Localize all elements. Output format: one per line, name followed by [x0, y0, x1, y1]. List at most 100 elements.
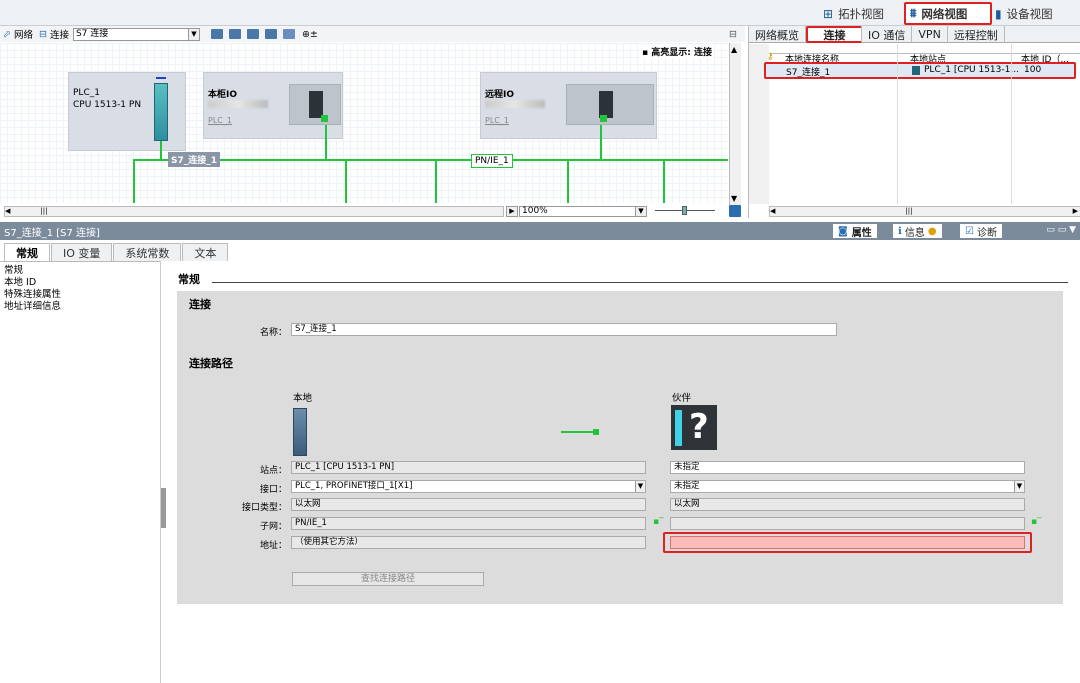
plc-device[interactable]: PLC_1 CPU 1513-1 PN	[68, 72, 186, 151]
row-connection-name: S7_连接_1	[786, 68, 831, 78]
network-canvas[interactable]: ▪ 高亮显示: 连接 PLC_1 CPU 1513-1 PN 本柜IO PLC_…	[0, 43, 728, 203]
subnet-line[interactable]	[133, 159, 728, 161]
station-label: 站点：	[259, 466, 287, 476]
navigator-icon[interactable]	[729, 205, 741, 217]
canvas-vscrollbar[interactable]: ▲ ▼	[729, 43, 741, 205]
io-module-icon	[309, 91, 323, 118]
tab-remote-control[interactable]: 远程控制	[948, 26, 1005, 43]
device-view-label: 设备视图	[1006, 6, 1053, 21]
branch-line	[663, 159, 665, 203]
nav-special-properties[interactable]: 特殊连接属性	[0, 289, 160, 301]
interface-local-select[interactable]: PLC_1, PROFINET接口_1[X1] ▼	[291, 480, 646, 493]
interface-local-value: PLC_1, PROFINET接口_1[X1]	[295, 481, 413, 491]
tab-general[interactable]: 常规	[4, 243, 50, 261]
properties-tab[interactable]: ◙ 属性	[833, 224, 877, 239]
zoom-slider-handle[interactable]	[682, 206, 687, 215]
table-hscrollbar[interactable]: ◀ ||| ▶	[769, 206, 1080, 217]
local-io-drop-line	[325, 125, 327, 161]
zoom-icon[interactable]: ⊕±	[302, 29, 318, 40]
plc-name: PLC_1	[73, 88, 100, 98]
tab-system-constants[interactable]: 系统常数	[113, 243, 182, 261]
col-divider	[1011, 44, 1012, 204]
inspector-titlebar: S7_连接_1 [S7 连接] ◙ 属性 ℹ 信息 ● ☑ 诊断 ▭ ▭ ▼	[0, 222, 1080, 240]
port-icon	[600, 115, 607, 122]
chevron-down-icon: ▼	[635, 481, 645, 492]
view-switch-bar: ⊞ 拓扑视图 ⩩ 网络视图 ▮ 设备视图	[0, 0, 1080, 26]
connection-label[interactable]: S7_连接_1	[168, 152, 221, 167]
station-partner-field[interactable]: 未指定	[670, 461, 1025, 474]
zoom-value: 100%	[522, 206, 548, 216]
nav-general[interactable]: 常规	[0, 265, 160, 277]
interface-partner-value: 未指定	[674, 481, 700, 491]
remote-io-device[interactable]: 远程IO PLC_1	[480, 72, 657, 139]
nav-local-id[interactable]: 本地 ID	[0, 277, 160, 289]
station-local-field: PLC_1 [CPU 1513-1 PN]	[291, 461, 646, 474]
row-local-station: PLC_1 [CPU 1513-1...	[924, 65, 1019, 75]
tab-network-overview[interactable]: 网络概览	[749, 26, 806, 43]
scroll-up-icon[interactable]: ▲	[731, 45, 737, 54]
inspector-nav: 常规 本地 ID 特殊连接属性 地址详细信息	[0, 261, 161, 683]
network-view-label: 网络视图	[921, 6, 968, 21]
interface-label: 接口：	[259, 485, 287, 495]
splitter-handle[interactable]	[161, 488, 166, 528]
chevron-down-icon: ▼	[635, 207, 646, 216]
find-path-button[interactable]: 查找连接路径	[292, 572, 484, 586]
branch-line	[133, 159, 135, 203]
zoom-select[interactable]: 100% ▼	[519, 206, 647, 217]
diagnostics-tab[interactable]: ☑ 诊断	[960, 224, 1002, 239]
highlight-indicator: ▪ 高亮显示: 连接	[640, 45, 714, 58]
row-local-id: 100	[1024, 65, 1042, 75]
name-input[interactable]: S7_连接_1	[291, 323, 837, 336]
iftype-local-field: 以太网	[291, 498, 646, 511]
scroll-right-icon[interactable]: ▶	[506, 206, 518, 217]
panel-menu-icon[interactable]: ▭ ▭ ▼	[1046, 225, 1076, 235]
tool-icon-4[interactable]	[264, 29, 277, 39]
nav-address-details[interactable]: 地址详细信息	[0, 301, 160, 313]
properties-icon: ◙	[838, 225, 848, 237]
topology-view-button[interactable]: ⊞ 拓扑视图	[823, 4, 884, 23]
port-icon	[321, 115, 328, 122]
panel-icon[interactable]: ⊟	[729, 29, 737, 40]
section-heading: 常规	[178, 273, 200, 286]
tool-icon-2[interactable]	[228, 29, 241, 39]
info-label: 信息	[904, 227, 925, 239]
info-tab[interactable]: ℹ 信息 ●	[893, 224, 942, 239]
path-heading: 连接路径	[189, 357, 233, 370]
scroll-down-icon[interactable]: ▼	[731, 194, 737, 203]
connection-icon: ⊟	[38, 28, 47, 40]
tool-icon-3[interactable]	[246, 29, 259, 39]
plc-cpu-icon	[154, 83, 168, 141]
tab-io-variables[interactable]: IO 变量	[51, 243, 113, 261]
link-line	[561, 431, 594, 433]
remote-io-plc: PLC_1	[485, 116, 509, 125]
table-row[interactable]: S7_连接_1 PLC_1 [CPU 1513-1... 100	[764, 62, 1076, 79]
info-icon: ℹ	[898, 225, 902, 237]
branch-line	[435, 159, 437, 203]
network-icon: ⬀	[3, 28, 11, 40]
address-local-field: （使用其它方法）	[291, 536, 646, 549]
station-icon	[912, 66, 920, 75]
local-io-device[interactable]: 本柜IO PLC_1	[203, 72, 343, 139]
local-io-image	[289, 84, 341, 125]
connection-tool-button[interactable]: 连接	[50, 27, 69, 41]
subnet-label[interactable]: PN/IE_1	[471, 154, 513, 168]
device-view-button[interactable]: ▮ 设备视图	[995, 4, 1053, 23]
tab-texts[interactable]: 文本	[182, 243, 229, 261]
network-tool-button[interactable]: 网络	[14, 27, 33, 41]
address-label: 地址：	[259, 541, 287, 551]
inspector-title: S7_连接_1 [S7 连接]	[4, 227, 100, 239]
topology-icon: ⊞	[823, 6, 834, 21]
connection-type-select[interactable]: S7 连接 ▼	[72, 27, 200, 41]
tool-icon-1[interactable]	[210, 29, 223, 39]
tab-io-communication[interactable]: IO 通信	[862, 26, 913, 43]
tab-vpn[interactable]: VPN	[912, 26, 948, 43]
tool-icon-5[interactable]	[282, 29, 295, 39]
network-view-button[interactable]: ⩩ 网络视图	[904, 2, 992, 25]
branch-line	[345, 159, 347, 203]
branch-line	[567, 159, 569, 203]
subnet-local-field: PN/IE_1	[291, 517, 646, 530]
tab-connections[interactable]: 连接	[806, 26, 862, 43]
interface-partner-select[interactable]: 未指定 ▼	[670, 480, 1025, 493]
address-partner-field[interactable]	[670, 536, 1025, 549]
canvas-hscrollbar[interactable]: ◀ |||	[4, 206, 504, 217]
